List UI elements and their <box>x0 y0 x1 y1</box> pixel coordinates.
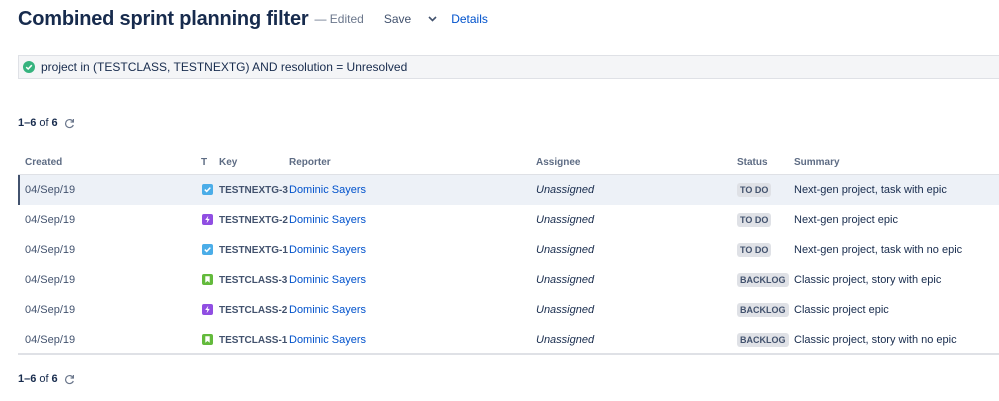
task-icon <box>202 184 213 195</box>
save-button[interactable]: Save <box>384 12 411 26</box>
status-badge: BACKLOG <box>737 303 789 317</box>
epic-icon <box>202 304 213 315</box>
summary-link[interactable]: Classic project, story with no epic <box>794 334 957 346</box>
issue-table: Created T Key Reporter Assignee Status S… <box>18 152 999 355</box>
issue-key-link[interactable]: TESTNEXTG-2 <box>219 215 288 226</box>
refresh-icon[interactable] <box>64 374 75 385</box>
table-row[interactable]: 04/Sep/19 TESTNEXTG-1 Dominic Sayers Unassi… <box>18 235 999 265</box>
table-row[interactable]: 04/Sep/19 TESTCLASS-1 Dominic Sayers Unassi… <box>18 325 999 355</box>
assignee-value: Unassigned <box>536 274 595 286</box>
assignee-value: Unassigned <box>536 334 595 346</box>
summary-link[interactable]: Next-gen project epic <box>794 214 898 226</box>
issue-key-link[interactable]: TESTCLASS-2 <box>219 305 287 316</box>
reporter-link[interactable]: Dominic Sayers <box>289 244 366 256</box>
results-range: 1–6 <box>18 117 37 129</box>
column-reporter[interactable]: Reporter <box>289 157 331 168</box>
status-badge: TO DO <box>737 243 772 257</box>
edited-indicator: — Edited <box>314 12 364 26</box>
issue-key-link[interactable]: TESTNEXTG-3 <box>219 185 288 196</box>
results-count-top: 1–6 of 6 <box>18 116 75 130</box>
reporter-link[interactable]: Dominic Sayers <box>289 274 366 286</box>
story-icon <box>202 334 213 345</box>
reporter-link[interactable]: Dominic Sayers <box>289 304 366 316</box>
column-status[interactable]: Status <box>737 157 768 168</box>
created-date: 04/Sep/19 <box>25 334 76 346</box>
status-badge: TO DO <box>737 183 772 197</box>
issue-key-link[interactable]: TESTNEXTG-1 <box>219 245 288 256</box>
check-circle-icon <box>23 61 35 73</box>
created-date: 04/Sep/19 <box>25 214 76 226</box>
column-summary[interactable]: Summary <box>794 157 840 168</box>
table-header: Created T Key Reporter Assignee Status S… <box>18 152 999 175</box>
assignee-value: Unassigned <box>536 304 595 316</box>
column-created[interactable]: Created <box>25 157 62 168</box>
assignee-value: Unassigned <box>536 184 595 196</box>
results-total: 6 <box>51 373 58 385</box>
status-badge: BACKLOG <box>737 273 789 287</box>
table-row[interactable]: 04/Sep/19 TESTNEXTG-3 Dominic Sayers Unassi… <box>18 175 999 205</box>
results-of: of <box>39 117 49 129</box>
created-date: 04/Sep/19 <box>25 184 76 196</box>
results-total: 6 <box>51 117 58 129</box>
page-header: Combined sprint planning filter — Edited… <box>18 6 488 32</box>
reporter-link[interactable]: Dominic Sayers <box>289 214 366 226</box>
reporter-link[interactable]: Dominic Sayers <box>289 334 366 346</box>
results-range: 1–6 <box>18 373 37 385</box>
summary-link[interactable]: Next-gen project, task with no epic <box>794 244 962 256</box>
table-row[interactable]: 04/Sep/19 TESTCLASS-2 Dominic Sayers Unassi… <box>18 295 999 325</box>
details-link[interactable]: Details <box>451 12 488 26</box>
assignee-value: Unassigned <box>536 244 595 256</box>
results-count-bottom: 1–6 of 6 <box>18 372 75 386</box>
column-assignee[interactable]: Assignee <box>536 157 580 168</box>
results-of: of <box>39 373 49 385</box>
summary-link[interactable]: Classic project, story with epic <box>794 274 941 286</box>
table-row[interactable]: 04/Sep/19 TESTNEXTG-2 Dominic Sayers Unassi… <box>18 205 999 235</box>
table-row[interactable]: 04/Sep/19 TESTCLASS-3 Dominic Sayers Unassi… <box>18 265 999 295</box>
status-badge: TO DO <box>737 213 772 227</box>
column-type[interactable]: T <box>201 157 207 168</box>
page-title: Combined sprint planning filter <box>18 7 309 30</box>
issue-key-link[interactable]: TESTCLASS-1 <box>219 335 287 346</box>
jql-query-text: project in (TESTCLASS, TESTNEXTG) AND re… <box>41 60 408 74</box>
refresh-icon[interactable] <box>64 118 75 129</box>
column-key[interactable]: Key <box>219 157 237 168</box>
summary-link[interactable]: Next-gen project, task with epic <box>794 184 947 196</box>
created-date: 04/Sep/19 <box>25 274 76 286</box>
task-icon <box>202 244 213 255</box>
story-icon <box>202 274 213 285</box>
issue-key-link[interactable]: TESTCLASS-3 <box>219 275 287 286</box>
summary-link[interactable]: Classic project epic <box>794 304 889 316</box>
epic-icon <box>202 214 213 225</box>
created-date: 04/Sep/19 <box>25 244 76 256</box>
status-badge: BACKLOG <box>737 333 789 347</box>
chevron-down-icon[interactable] <box>427 14 437 24</box>
jql-query-bar[interactable]: project in (TESTCLASS, TESTNEXTG) AND re… <box>18 55 999 79</box>
created-date: 04/Sep/19 <box>25 304 76 316</box>
assignee-value: Unassigned <box>536 214 595 226</box>
reporter-link[interactable]: Dominic Sayers <box>289 184 366 196</box>
